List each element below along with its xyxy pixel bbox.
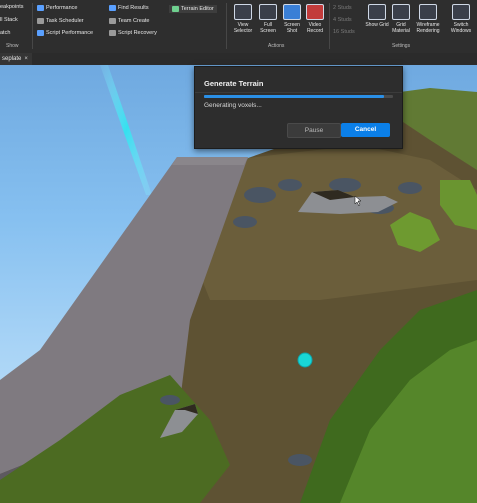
- grid-material-icon: [392, 4, 410, 20]
- ribbon-label: 16 Studs: [333, 29, 355, 35]
- ribbon-label: Task Scheduler: [46, 18, 84, 24]
- ribbon-toolbar: eakpoints ll Stack atch Show Performance…: [0, 0, 477, 54]
- dialog-divider: [195, 92, 402, 93]
- terrain-editor-icon: [172, 6, 179, 12]
- wireframe-icon: [419, 4, 437, 20]
- record-icon: [306, 4, 324, 20]
- group-label-actions: Actions: [268, 43, 285, 49]
- tab-baseplate[interactable]: seplate ×: [0, 53, 32, 65]
- switch-windows-icon: [452, 4, 470, 20]
- ribbon-label: Full Screen: [260, 22, 276, 34]
- dialog-status: Generating voxels...: [204, 102, 262, 109]
- video-record-button[interactable]: Video Record: [303, 4, 327, 34]
- ribbon-label: Video Record: [306, 22, 324, 34]
- full-screen-icon: [259, 4, 277, 20]
- group-label-show: Show: [6, 43, 19, 49]
- ribbon-label: Show Grid: [365, 22, 389, 28]
- light-beam: [100, 65, 152, 195]
- ribbon-item-watch[interactable]: atch: [0, 30, 10, 36]
- ribbon-label: Team Create: [118, 18, 150, 24]
- group-label-settings: Settings: [392, 43, 411, 49]
- dialog-title: Generate Terrain: [204, 79, 264, 88]
- stud-option-16[interactable]: 16 Studs: [333, 29, 355, 35]
- full-screen-button[interactable]: Full Screen: [256, 4, 280, 34]
- ribbon-item-find-results[interactable]: Find Results: [109, 5, 149, 11]
- team-create-icon: [109, 18, 116, 24]
- ribbon-label: 4 Studs: [333, 17, 352, 23]
- close-icon[interactable]: ×: [24, 53, 28, 65]
- ribbon-item-team-create[interactable]: Team Create: [109, 18, 150, 24]
- performance-icon: [37, 5, 44, 11]
- ribbon-label: atch: [0, 30, 11, 36]
- ribbon-label: Screen Shot: [284, 22, 300, 34]
- wireframe-rendering-button[interactable]: Wireframe Rendering: [414, 4, 442, 34]
- ribbon-item-script-recovery[interactable]: Script Recovery: [109, 30, 157, 36]
- ribbon-label: Switch Windows: [450, 22, 472, 34]
- baseplate-edge: [172, 157, 248, 165]
- view-selector-button[interactable]: View Selector: [231, 4, 255, 34]
- ribbon-item-script-performance[interactable]: Script Performance: [37, 30, 93, 36]
- grid-material-button[interactable]: Grid Material: [389, 4, 413, 34]
- ribbon-label: Script Recovery: [118, 30, 157, 36]
- ribbon-separator: [329, 3, 330, 49]
- ribbon-label: Grid Material: [392, 22, 410, 34]
- progress-fill: [204, 95, 384, 98]
- cancel-button[interactable]: Cancel: [341, 123, 390, 137]
- ribbon-item-breakpoints[interactable]: eakpoints: [0, 4, 24, 10]
- ribbon-item-call-stack[interactable]: ll Stack: [0, 17, 18, 23]
- ribbon-item-terrain-editor[interactable]: Terrain Editor: [169, 5, 217, 13]
- task-scheduler-icon: [37, 18, 44, 24]
- ribbon-label: Script Performance: [46, 30, 94, 36]
- ribbon-label: 2 Studs: [333, 5, 352, 11]
- view-selector-icon: [234, 4, 252, 20]
- script-performance-icon: [37, 30, 44, 36]
- show-grid-button[interactable]: Show Grid: [365, 4, 389, 28]
- screen-shot-button[interactable]: Screen Shot: [280, 4, 304, 34]
- ribbon-label: ll Stack: [0, 17, 18, 23]
- ribbon-separator: [226, 3, 227, 49]
- ribbon-label: Find Results: [118, 5, 149, 11]
- ribbon-label: View Selector: [233, 22, 253, 34]
- grid-icon: [368, 4, 386, 20]
- camera-icon: [283, 4, 301, 20]
- ribbon-item-performance[interactable]: Performance: [37, 5, 78, 11]
- ribbon-label: Performance: [46, 5, 78, 11]
- cursor-marker: [297, 352, 313, 368]
- stud-option-2[interactable]: 2 Studs: [333, 5, 352, 11]
- progress-bar: [204, 95, 393, 98]
- script-recovery-icon: [109, 30, 116, 36]
- ribbon-label: eakpoints: [0, 4, 24, 10]
- document-tab-bar: seplate ×: [0, 53, 477, 65]
- ribbon-item-task-scheduler[interactable]: Task Scheduler: [37, 18, 84, 24]
- stud-option-4[interactable]: 4 Studs: [333, 17, 352, 23]
- pause-button[interactable]: Pause: [287, 123, 341, 138]
- ribbon-label: Terrain Editor: [181, 6, 214, 12]
- ribbon-label: Wireframe Rendering: [416, 22, 440, 34]
- ribbon-separator: [32, 3, 33, 49]
- tab-label: seplate: [2, 56, 22, 62]
- find-results-icon: [109, 5, 116, 11]
- switch-windows-button[interactable]: Switch Windows: [446, 4, 476, 34]
